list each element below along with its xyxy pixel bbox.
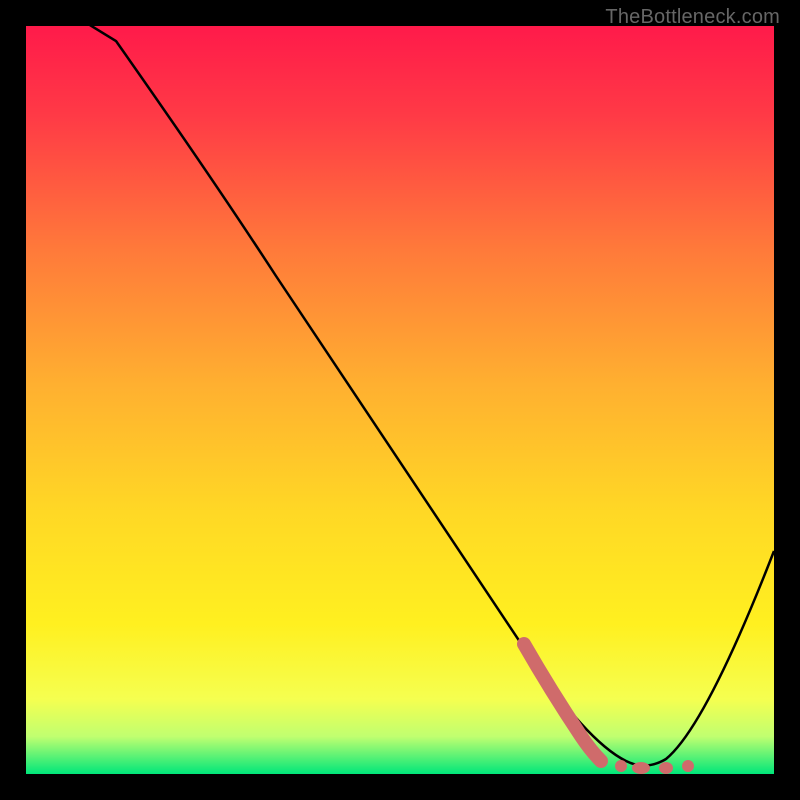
chart-container: TheBottleneck.com — [0, 0, 800, 800]
watermark-text: TheBottleneck.com — [605, 6, 780, 29]
plot-area — [26, 26, 774, 774]
gradient-background — [26, 26, 774, 774]
chart-svg — [26, 26, 774, 774]
